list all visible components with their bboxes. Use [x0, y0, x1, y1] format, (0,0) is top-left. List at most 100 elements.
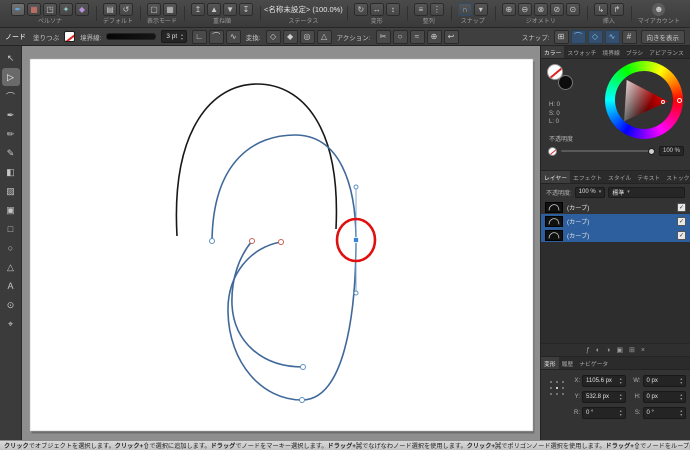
snap-to-curves-button[interactable]: ⌒ [570, 29, 586, 44]
placement-persona-icon[interactable]: ✦ [59, 3, 73, 16]
control-handle-bottom[interactable] [353, 290, 359, 296]
layer-row[interactable]: (カーブ) [541, 228, 690, 242]
snapping-options-icon[interactable]: ▾ [473, 3, 488, 16]
layer-visibility-checkbox[interactable] [677, 202, 686, 212]
transform-field-input[interactable]: 532.8 px [582, 391, 626, 403]
boolean-subtract-icon[interactable]: ⊖ [517, 3, 532, 16]
stepper-icon[interactable] [680, 377, 683, 385]
close-curve-button[interactable]: ○ [392, 29, 408, 44]
layer-visibility-checkbox[interactable] [677, 230, 686, 240]
canvas-svg[interactable] [22, 46, 540, 440]
anchor-dot[interactable] [549, 386, 553, 390]
transform-field-input[interactable]: 0 ° [582, 407, 626, 419]
snap-to-grid-button[interactable]: ⊞ [553, 29, 569, 44]
convert-smart-node-button[interactable]: ◎ [299, 29, 315, 44]
user-avatar-icon[interactable]: ☻ [652, 3, 666, 16]
defaults-revert-icon[interactable]: ↺ [119, 3, 133, 16]
layer-fx-icon[interactable]: ƒ [586, 347, 590, 354]
snapping-toggle-icon[interactable]: ∩ [457, 3, 472, 16]
reverse-curves-button[interactable]: ↩ [443, 29, 459, 44]
opacity-slider[interactable] [561, 147, 655, 155]
node-inner-end[interactable] [300, 364, 306, 370]
no-color-swatch[interactable] [548, 146, 557, 156]
stepper-icon[interactable] [680, 393, 683, 401]
anchor-dot[interactable] [561, 392, 565, 396]
rectangle-tool[interactable]: □ [2, 220, 20, 238]
convert-sharp-node-button[interactable]: ◇ [265, 29, 281, 44]
boolean-intersect-icon[interactable]: ⊗ [533, 3, 548, 16]
boolean-divide-icon[interactable]: ⊘ [549, 3, 564, 16]
transform-field-input[interactable]: 1105.6 px [582, 375, 626, 387]
insert-inside-icon[interactable]: ↳ [593, 3, 608, 16]
color-wheel[interactable] [605, 61, 683, 139]
snap-off-curve-button[interactable]: ∿ [604, 29, 620, 44]
align-icon[interactable]: ≡ [413, 3, 428, 16]
join-curves-button[interactable]: ⊕ [426, 29, 442, 44]
panel-tab[interactable]: 履歴 [559, 357, 577, 369]
pencil-tool[interactable]: ✏ [2, 125, 20, 143]
add-layer-icon[interactable]: ⊞ [629, 347, 635, 354]
anchor-dot[interactable] [549, 380, 553, 384]
text-tool[interactable]: A [2, 277, 20, 295]
vector-crop-tool[interactable]: ▣ [2, 201, 20, 219]
flip-vertical-icon[interactable]: ↕ [385, 3, 400, 16]
move-to-back-icon[interactable]: ↧ [239, 3, 254, 16]
stepper-icon[interactable] [180, 33, 183, 41]
node-bottom[interactable] [299, 397, 305, 403]
pen-tool[interactable]: ✒ [2, 106, 20, 124]
anchor-dot[interactable] [561, 380, 565, 384]
anchor-point-selector[interactable] [548, 379, 566, 397]
move-tool[interactable]: ↖ [2, 49, 20, 67]
snap-to-nodes-button[interactable]: ◇ [587, 29, 603, 44]
opacity-value[interactable]: 100 % [658, 146, 684, 156]
panel-tab[interactable]: 境界線 [599, 46, 622, 58]
stepper-icon[interactable] [619, 393, 622, 401]
stepper-icon[interactable] [619, 377, 622, 385]
anchor-dot[interactable] [561, 386, 565, 390]
panel-tab[interactable]: テキスト [634, 171, 663, 183]
transform-field-input[interactable]: 0 px [642, 375, 686, 387]
move-backward-icon[interactable]: ▼ [223, 3, 238, 16]
saturation-selector-dot[interactable] [661, 100, 665, 104]
pixel-persona-icon[interactable]: ▦ [27, 3, 41, 16]
fill-color-swatch-panel[interactable] [547, 64, 563, 80]
stepper-icon[interactable] [619, 409, 622, 417]
rotate-icon[interactable]: ↻ [353, 3, 368, 16]
smooth-segment-button[interactable]: ⌒ [208, 29, 224, 44]
layer-row[interactable]: (カーブ) [541, 214, 690, 228]
boolean-add-icon[interactable]: ⊕ [501, 3, 516, 16]
panel-tab[interactable]: ナビゲータ [576, 357, 611, 369]
panel-tab[interactable]: エフェクト [570, 171, 605, 183]
transform-field-input[interactable]: 0 ° [642, 407, 686, 419]
convert-smooth-node-button[interactable]: ◆ [282, 29, 298, 44]
canvas-viewport[interactable] [22, 46, 540, 440]
layer-adjustment-icon[interactable]: ◑ [606, 347, 610, 354]
distribute-icon[interactable]: ⋮ [429, 3, 444, 16]
panel-tab[interactable]: ストック [663, 171, 690, 183]
flip-horizontal-icon[interactable]: ↔ [369, 3, 384, 16]
panel-tab[interactable]: ブラシ [623, 46, 646, 58]
fill-stroke-indicator[interactable] [547, 64, 575, 92]
panel-tab[interactable]: スタイル [605, 171, 634, 183]
move-forward-icon[interactable]: ▲ [207, 3, 222, 16]
anchor-dot[interactable] [555, 380, 559, 384]
layer-row[interactable]: (カーブ) [541, 200, 690, 214]
fill-tool[interactable]: ◧ [2, 163, 20, 181]
blend-mode-dropdown[interactable]: 標準 [608, 186, 685, 198]
node-tool[interactable]: ▷ [1, 68, 20, 86]
designer-persona-icon[interactable]: ✒ [11, 3, 25, 16]
anchor-dot[interactable] [555, 392, 559, 396]
break-curve-button[interactable]: ✂ [375, 29, 391, 44]
node-outer-start[interactable] [209, 238, 215, 244]
vector-view-icon[interactable]: ▢ [147, 3, 162, 16]
export-persona-icon[interactable]: ◳ [43, 3, 57, 16]
layer-group-icon[interactable]: ▣ [616, 347, 623, 354]
ellipse-tool[interactable]: ○ [2, 239, 20, 257]
convert-to-line-button[interactable]: △ [316, 29, 332, 44]
control-handle-top[interactable] [353, 184, 359, 190]
layer-mask-icon[interactable]: ◐ [596, 347, 600, 354]
anchor-dot[interactable] [549, 392, 553, 396]
defaults-sync-icon[interactable]: ▤ [103, 3, 117, 16]
smart-segment-button[interactable]: ∿ [225, 29, 241, 44]
stroke-width-input[interactable]: 3 pt [161, 30, 187, 43]
